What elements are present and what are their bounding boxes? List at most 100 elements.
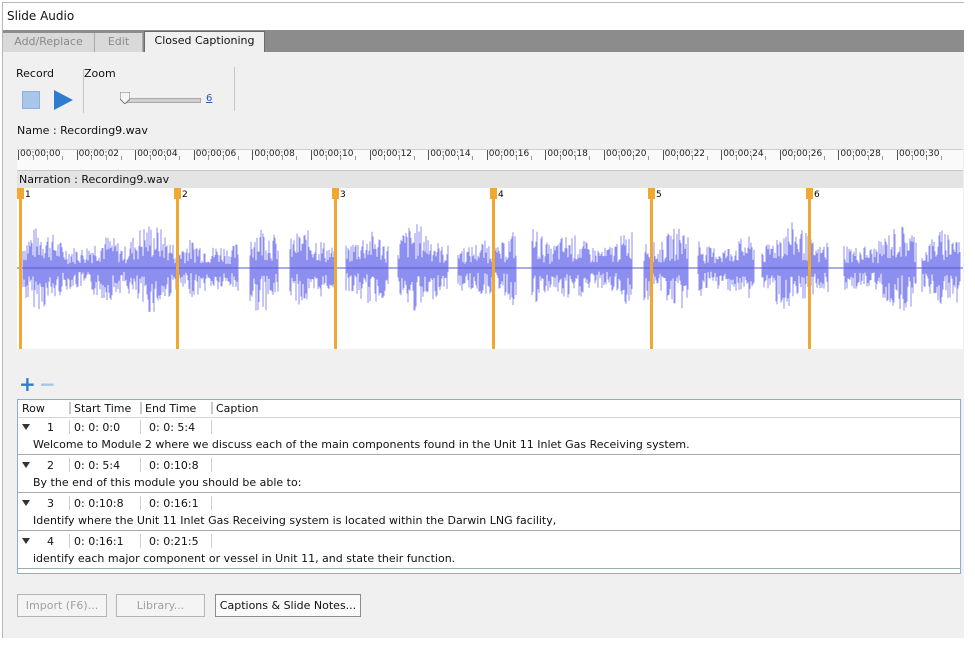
caption-marker-label: 4 <box>498 190 504 200</box>
header-end-time[interactable]: End Time <box>145 402 196 415</box>
zoom-slider-track[interactable] <box>124 98 201 103</box>
caption-marker-handle[interactable] <box>648 188 655 199</box>
toolbar-divider-2 <box>234 67 235 111</box>
start-time-cell[interactable]: 0: 0: 0:0 <box>74 421 120 434</box>
title-bar: Slide Audio <box>3 3 965 30</box>
ruler-minor-tick <box>589 156 591 160</box>
ruler-minor-tick <box>384 156 386 160</box>
remove-caption-button[interactable]: − <box>39 374 56 394</box>
zoom-slider-thumb[interactable] <box>120 92 130 104</box>
ruler-minor-tick <box>677 156 679 160</box>
name-value: Recording9.wav <box>60 124 148 137</box>
ruler-tick-label: 00:00:08 <box>252 149 295 160</box>
ruler-tick-label: 00:00:26 <box>779 149 823 160</box>
caption-marker-label: 2 <box>182 190 188 200</box>
ruler-minor-tick <box>809 156 811 160</box>
ruler-minor-tick <box>501 156 503 160</box>
caption-row[interactable]: 1 0: 0: 0:0 0: 0: 5:4 Welcome to Module … <box>18 418 960 455</box>
add-caption-button[interactable]: + <box>19 374 36 394</box>
library-button[interactable]: Library... <box>116 594 205 617</box>
cell-separator <box>69 496 70 510</box>
ruler-minor-tick <box>706 156 708 160</box>
ruler-minor-tick <box>296 156 298 160</box>
caption-marker-handle[interactable] <box>174 188 181 199</box>
ruler-minor-tick <box>765 156 767 160</box>
caption-text[interactable]: Identify where the Unit 11 Inlet Gas Rec… <box>33 514 556 527</box>
collapse-arrow-icon[interactable] <box>22 538 30 544</box>
zoom-value[interactable]: 6 <box>206 93 212 104</box>
caption-marker-label: 5 <box>656 190 662 200</box>
caption-marker-handle[interactable] <box>806 188 813 199</box>
cell-separator <box>140 458 141 472</box>
caption-row[interactable]: 4 0: 0:16:1 0: 0:21:5 identify each majo… <box>18 532 960 569</box>
caption-text[interactable]: By the end of this module you should be … <box>33 476 301 489</box>
play-button[interactable] <box>54 90 73 110</box>
ruler-minor-tick <box>516 156 518 160</box>
cell-separator <box>211 420 212 434</box>
caption-row[interactable]: 3 0: 0:10:8 0: 0:16:1 Identify where the… <box>18 494 960 531</box>
caption-marker-handle[interactable] <box>17 188 24 199</box>
caption-marker-line[interactable] <box>650 188 653 349</box>
caption-table: Row Start Time End Time Caption 1 0: 0: … <box>17 399 961 574</box>
ruler-minor-tick <box>354 156 356 160</box>
header-separator[interactable] <box>69 402 71 414</box>
caption-marker-line[interactable] <box>808 188 811 349</box>
stop-button[interactable] <box>22 91 40 109</box>
cell-separator <box>69 458 70 472</box>
tab-strip: Add/Replace Edit Closed Captioning <box>3 30 965 52</box>
ruler-minor-tick <box>750 156 752 160</box>
end-time-cell[interactable]: 0: 0:21:5 <box>149 535 199 548</box>
ruler-minor-tick <box>149 156 151 160</box>
collapse-arrow-icon[interactable] <box>22 462 30 468</box>
header-start-time[interactable]: Start Time <box>74 402 131 415</box>
cell-separator <box>211 458 212 472</box>
ruler-minor-tick <box>61 156 63 160</box>
tab-closed-captioning[interactable]: Closed Captioning <box>144 31 265 52</box>
ruler-tick-label: 00:00:12 <box>369 149 413 160</box>
header-caption[interactable]: Caption <box>216 402 258 415</box>
caption-row[interactable]: 2 0: 0: 5:4 0: 0:10:8 By the end of this… <box>18 456 960 493</box>
caption-text[interactable]: identify each major component or vessel … <box>33 552 455 565</box>
header-separator[interactable] <box>140 402 142 414</box>
torn-edge-right <box>964 0 975 646</box>
row-number: 4 <box>47 535 54 548</box>
ruler-minor-tick <box>794 156 796 160</box>
timeline-ruler[interactable]: 00:00:00 00:00:02 00:00:04 00:00:06 00:00:08… <box>17 149 963 170</box>
end-time-cell[interactable]: 0: 0: 5:4 <box>149 421 195 434</box>
captions-slide-notes-button[interactable]: Captions & Slide Notes... <box>215 594 361 617</box>
cell-separator <box>140 420 141 434</box>
ruler-minor-tick <box>735 156 737 160</box>
ruler-minor-tick <box>574 156 576 160</box>
ruler-minor-tick <box>413 156 415 160</box>
ruler-minor-tick <box>823 156 825 160</box>
caption-marker-line[interactable] <box>492 188 495 349</box>
collapse-arrow-icon[interactable] <box>22 500 30 506</box>
header-separator[interactable] <box>211 402 213 414</box>
caption-marker-line[interactable] <box>19 188 22 349</box>
import-button[interactable]: Import (F6)... <box>17 594 107 617</box>
caption-marker-handle[interactable] <box>490 188 497 199</box>
start-time-cell[interactable]: 0: 0:10:8 <box>74 497 124 510</box>
cell-separator <box>211 496 212 510</box>
ruler-minor-tick <box>457 156 459 160</box>
start-time-cell[interactable]: 0: 0:16:1 <box>74 535 124 548</box>
caption-marker-line[interactable] <box>176 188 179 349</box>
caption-text[interactable]: Welcome to Module 2 where we discuss eac… <box>33 438 690 451</box>
caption-marker-handle[interactable] <box>332 188 339 199</box>
ruler-tick-label: 00:00:20 <box>604 149 647 160</box>
collapse-arrow-icon[interactable] <box>22 424 30 430</box>
caption-marker-label: 1 <box>25 190 31 200</box>
start-time-cell[interactable]: 0: 0: 5:4 <box>74 459 120 472</box>
header-row[interactable]: Row <box>22 402 45 415</box>
cell-separator <box>69 534 70 548</box>
zoom-label: Zoom <box>84 67 116 80</box>
waveform-area[interactable]: 1 2 3 4 5 6 <box>17 188 963 349</box>
tab-add-replace[interactable]: Add/Replace <box>3 33 95 52</box>
end-time-cell[interactable]: 0: 0:10:8 <box>149 459 199 472</box>
end-time-cell[interactable]: 0: 0:16:1 <box>149 497 199 510</box>
ruler-minor-tick <box>691 156 693 160</box>
ruler-minor-tick <box>472 156 474 160</box>
caption-marker-line[interactable] <box>334 188 337 349</box>
caption-table-header: Row Start Time End Time Caption <box>18 400 960 418</box>
tab-edit[interactable]: Edit <box>95 33 143 52</box>
